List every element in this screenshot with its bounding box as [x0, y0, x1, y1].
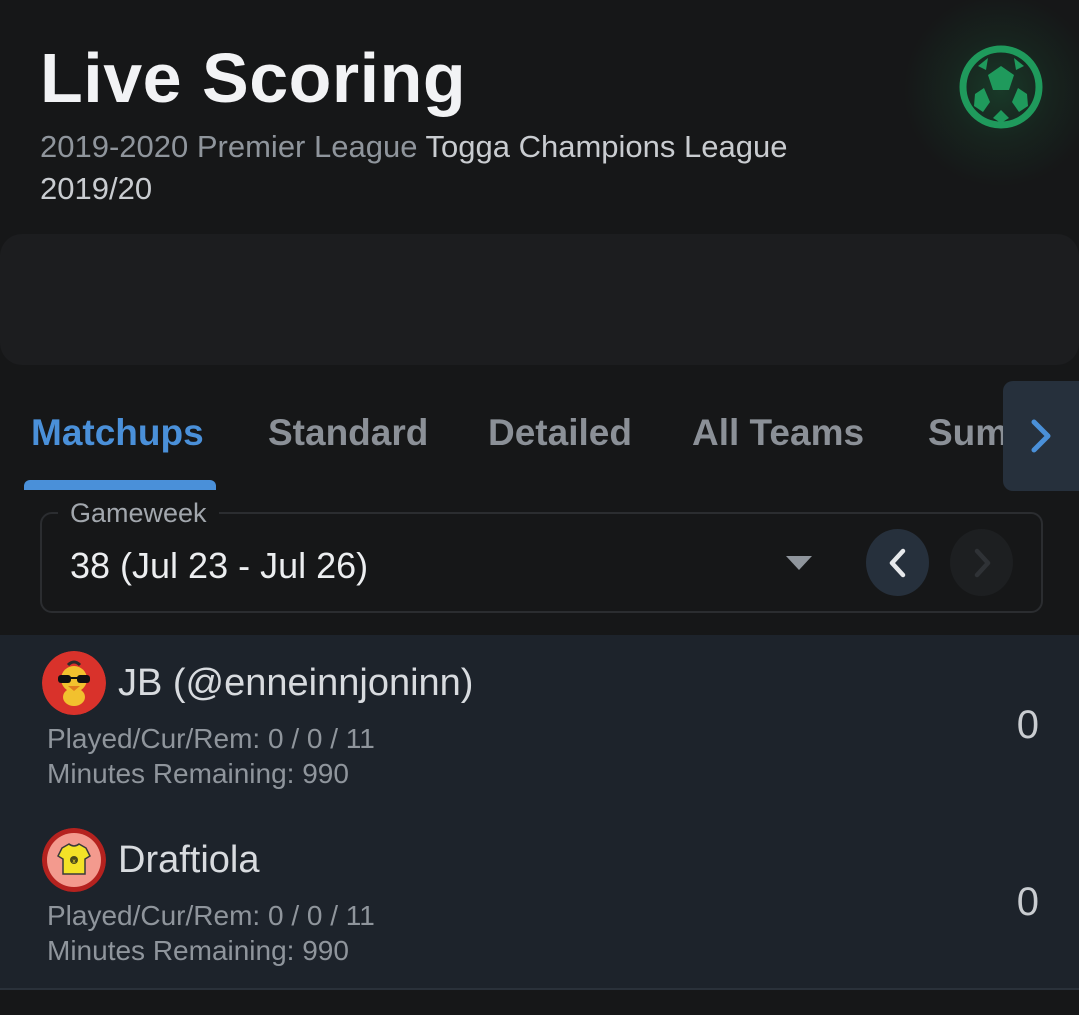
chevron-left-icon: [889, 548, 905, 577]
gameweek-value[interactable]: 38 (Jul 23 - Jul 26): [70, 545, 368, 587]
team-played-stat: Played/Cur/Rem: 0 / 0 / 11: [47, 900, 375, 931]
gameweek-label: Gameweek: [58, 498, 219, 529]
chevron-right-icon: [974, 548, 990, 577]
summary-card: [0, 234, 1079, 365]
team-score: 0: [1016, 703, 1039, 747]
dropdown-caret-icon[interactable]: [786, 556, 812, 570]
tabs-scroll-area: Matchups Standard Detailed All Teams Sum…: [0, 380, 1003, 492]
matchup-card[interactable]: JB (@enneinnjoninn) Played/Cur/Rem: 0 / …: [0, 635, 1079, 990]
page-title: Live Scoring: [40, 39, 467, 117]
next-gameweek-button[interactable]: [950, 529, 1013, 596]
team-minutes-remaining: Minutes Remaining: 990: [47, 758, 349, 789]
tab-all-teams[interactable]: All Teams: [692, 412, 864, 454]
tab-detailed[interactable]: Detailed: [488, 412, 632, 454]
soccer-ball-icon: [959, 45, 1043, 129]
team-score: 0: [1016, 880, 1039, 924]
season-name: 2019-2020 Premier League: [40, 129, 418, 164]
svg-text:x: x: [72, 858, 76, 865]
page-header: Live Scoring 2019-2020 Premier League To…: [0, 0, 1079, 230]
team-minutes-remaining: Minutes Remaining: 990: [47, 935, 349, 966]
scoring-tabs: Matchups Standard Detailed All Teams Sum…: [0, 380, 1079, 492]
team-played-stat: Played/Cur/Rem: 0 / 0 / 11: [47, 723, 375, 754]
active-tab-indicator: [24, 480, 216, 490]
tab-matchups[interactable]: Matchups: [31, 412, 204, 454]
tab-summary[interactable]: Summary: [928, 412, 1003, 454]
team-row-home[interactable]: JB (@enneinnjoninn) Played/Cur/Rem: 0 / …: [0, 635, 1079, 805]
tabs-scroll-right-button[interactable]: [1003, 381, 1079, 491]
league-subtitle: 2019-2020 Premier League Togga Champions…: [40, 126, 900, 210]
live-scoring-page: Live Scoring 2019-2020 Premier League To…: [0, 0, 1079, 1015]
duck-sunglasses-avatar: [42, 651, 106, 715]
yellow-jersey-avatar: x: [42, 828, 106, 892]
previous-gameweek-button[interactable]: [866, 529, 929, 596]
tab-standard[interactable]: Standard: [268, 412, 428, 454]
team-name[interactable]: JB (@enneinnjoninn): [118, 662, 473, 705]
team-name[interactable]: Draftiola: [118, 839, 260, 882]
team-row-away[interactable]: x Draftiola Played/Cur/Rem: 0 / 0 / 11 M…: [0, 812, 1079, 982]
chevron-right-icon: [1031, 419, 1051, 453]
